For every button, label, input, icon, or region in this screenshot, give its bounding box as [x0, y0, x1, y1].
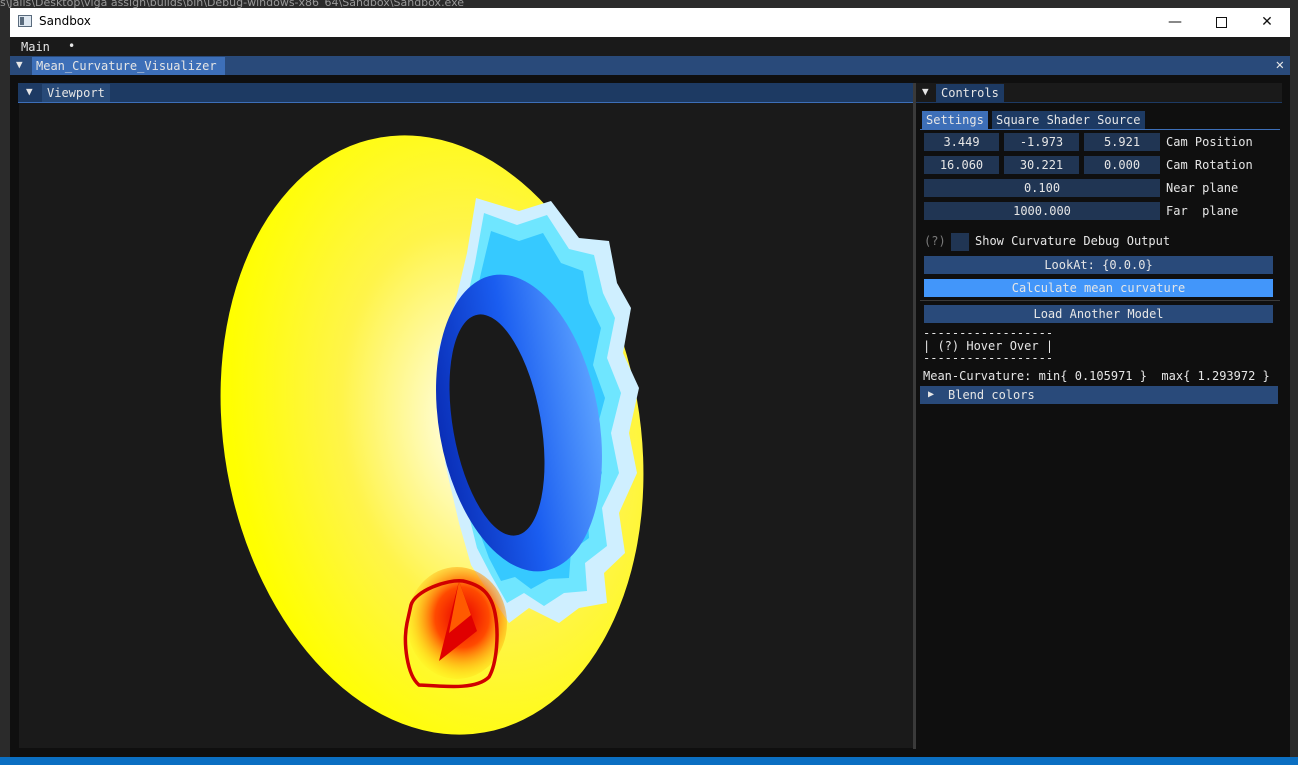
mean-curvature-readout: Mean-Curvature: min{ 0.105971 } max{ 1.2…: [923, 369, 1270, 383]
background-right-strip: [1290, 8, 1298, 765]
app-icon: [18, 15, 32, 27]
cam-rotation-z-field[interactable]: 0.000: [1084, 156, 1160, 174]
controls-menu-arrow-icon[interactable]: ▼: [922, 85, 929, 98]
blend-colors-header[interactable]: ▶ Blend colors: [920, 386, 1278, 404]
title-bar[interactable]: Sandbox — ✕: [10, 8, 1290, 37]
near-plane-field[interactable]: 0.100: [924, 179, 1160, 197]
close-button[interactable]: ✕: [1244, 8, 1290, 37]
chevron-right-icon: ▶: [928, 389, 935, 400]
sandbox-window: Sandbox — ✕ Main • ▼ Mean_Curvature_Visu…: [10, 8, 1290, 757]
menu-main[interactable]: Main: [21, 40, 50, 54]
lookat-button[interactable]: LookAt: {0.0.0}: [924, 256, 1273, 274]
minimize-icon: —: [1168, 14, 1182, 30]
menu-bar: Main •: [10, 37, 1290, 56]
background-desktop-strip: s\Jalis\Desktop\viga assign\builds\bin\D…: [0, 0, 1298, 8]
tab-underline: [920, 129, 1280, 130]
separator: [920, 300, 1280, 301]
debug-output-checkbox[interactable]: [951, 233, 969, 251]
dock-close-icon[interactable]: ✕: [1276, 57, 1284, 73]
cam-position-x-field[interactable]: 3.449: [924, 133, 999, 151]
background-path-text: s\Jalis\Desktop\viga assign\builds\bin\D…: [0, 0, 465, 8]
near-plane-label: Near plane: [1166, 181, 1239, 195]
tab-square-shader-source[interactable]: Square Shader Source: [992, 111, 1145, 129]
viewport-header: ▼ Viewport: [18, 83, 913, 103]
far-plane-label: Far plane: [1166, 204, 1239, 218]
cam-position-y-field[interactable]: -1.973: [1004, 133, 1079, 151]
cam-rotation-y-field[interactable]: 30.221: [1004, 156, 1079, 174]
torus-render: [220, 135, 644, 735]
controls-panel: ▼ Controls Settings Square Shader Source…: [916, 83, 1282, 749]
menu-dot-indicator: •: [68, 39, 76, 53]
debug-output-label: Show Curvature Debug Output: [975, 234, 1171, 248]
dashes-top: ------------------: [923, 326, 1054, 340]
taskbar-strip: [0, 757, 1298, 765]
cam-position-label: Cam Position: [1166, 135, 1253, 149]
minimize-button[interactable]: —: [1152, 8, 1198, 37]
viewport-canvas[interactable]: [19, 103, 913, 748]
dashes-bottom: ------------------: [923, 351, 1054, 365]
maximize-button[interactable]: [1198, 8, 1244, 37]
cam-position-z-field[interactable]: 5.921: [1084, 133, 1160, 151]
far-plane-field[interactable]: 1000.000: [924, 202, 1160, 220]
calculate-curvature-button[interactable]: Calculate mean curvature: [924, 279, 1273, 297]
tab-mean-curvature-visualizer[interactable]: Mean_Curvature_Visualizer: [32, 57, 225, 75]
tab-settings[interactable]: Settings: [922, 111, 988, 129]
dock-menu-arrow-icon[interactable]: ▼: [16, 58, 23, 71]
viewport-menu-arrow-icon[interactable]: ▼: [26, 85, 33, 98]
controls-header: ▼ Controls: [916, 83, 1282, 103]
cam-rotation-x-field[interactable]: 16.060: [924, 156, 999, 174]
cam-rotation-label: Cam Rotation: [1166, 158, 1253, 172]
curvature-hotspot: [407, 567, 507, 679]
window-title: Sandbox: [39, 14, 91, 28]
load-model-button[interactable]: Load Another Model: [924, 305, 1273, 323]
dock-header: ▼ Mean_Curvature_Visualizer ✕: [10, 56, 1290, 75]
close-icon: ✕: [1261, 14, 1273, 30]
tab-controls[interactable]: Controls: [936, 84, 1004, 102]
tab-viewport[interactable]: Viewport: [42, 84, 110, 102]
blend-colors-label: Blend colors: [948, 388, 1035, 402]
maximize-icon: [1215, 16, 1227, 28]
background-left-strip: [0, 8, 10, 765]
help-marker[interactable]: (?): [924, 234, 946, 248]
